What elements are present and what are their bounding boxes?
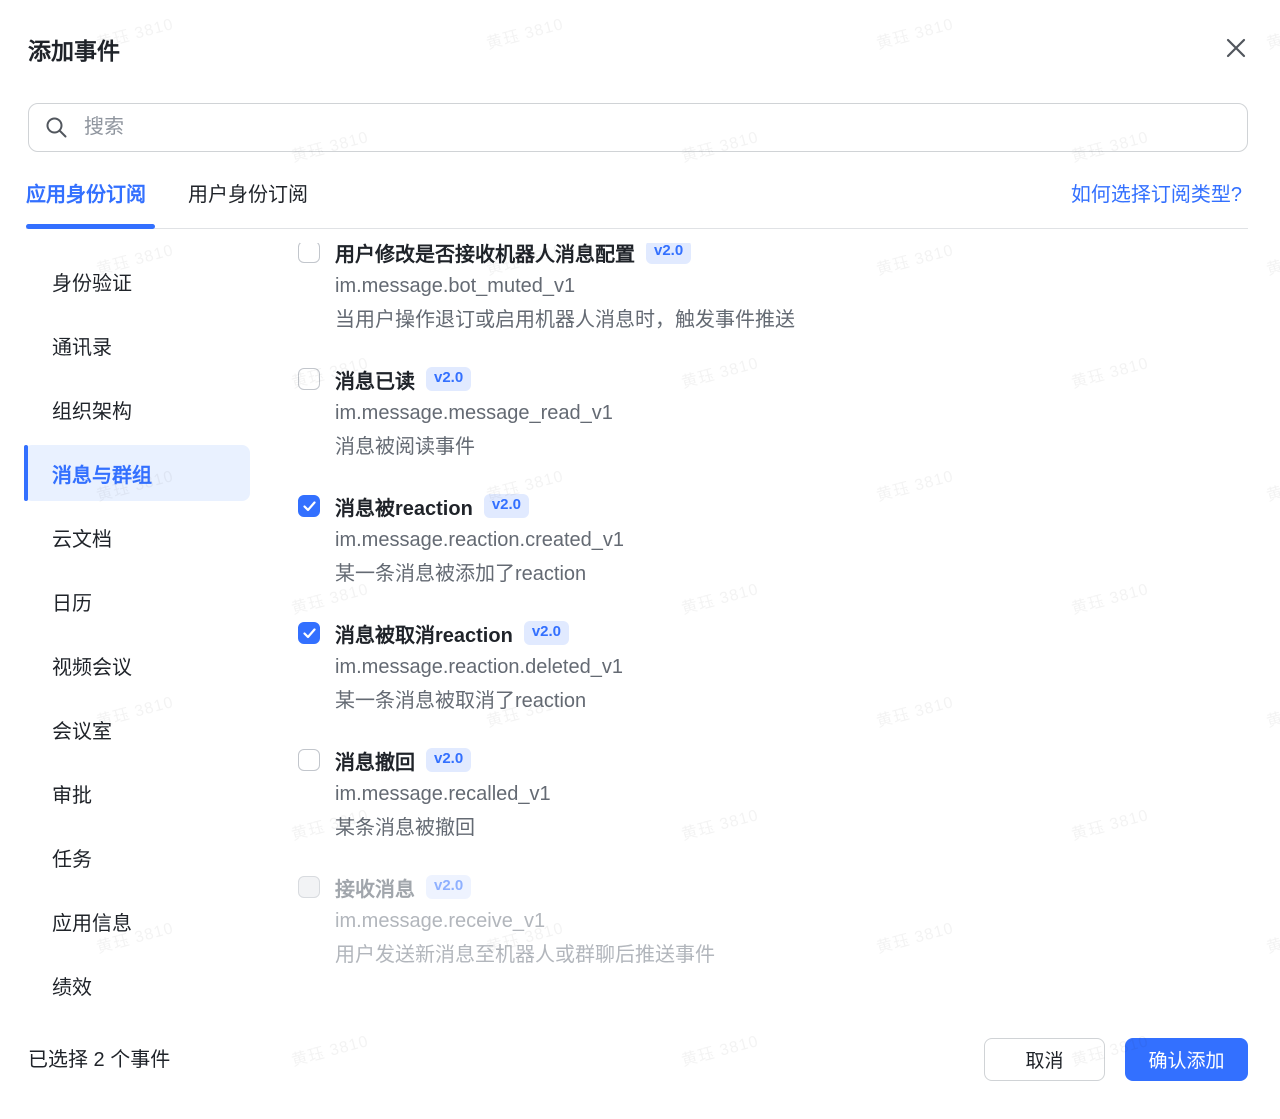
tab-1[interactable]: 用户身份订阅 bbox=[188, 178, 308, 212]
event-checkbox[interactable] bbox=[298, 749, 320, 771]
version-badge: v2.0 bbox=[426, 875, 472, 899]
version-badge: v2.0 bbox=[646, 240, 692, 264]
watermark: 黄珏 3810 bbox=[1264, 694, 1280, 731]
event-item: 用户修改是否接收机器人消息配置 v2.0 im.message.bot_mute… bbox=[298, 235, 1248, 337]
sidebar-item-4[interactable]: 云文档 bbox=[24, 509, 250, 565]
search-input[interactable] bbox=[82, 115, 1231, 140]
event-description: 某条消息被撤回 bbox=[335, 817, 475, 839]
sidebar-item-5[interactable]: 日历 bbox=[24, 573, 250, 629]
event-item: 消息被取消reaction v2.0 im.message.reaction.d… bbox=[298, 616, 1248, 718]
search-icon bbox=[46, 117, 67, 138]
tab-0[interactable]: 应用身份订阅 bbox=[26, 178, 146, 212]
event-api-name: im.message.reaction.deleted_v1 bbox=[335, 656, 623, 678]
dialog-body: 身份验证 通讯录 组织架构 消息与群组 云文档 日历 视频会议 会议室 审批 任… bbox=[24, 230, 1248, 996]
sidebar-item-9[interactable]: 任务 bbox=[24, 829, 250, 885]
watermark: 黄珏 3810 bbox=[679, 1032, 761, 1070]
list-top-clip bbox=[300, 229, 1280, 243]
event-title: 消息撤回 bbox=[335, 751, 415, 774]
version-badge: v2.0 bbox=[426, 748, 472, 772]
sidebar-item-7[interactable]: 会议室 bbox=[24, 701, 250, 757]
event-description: 消息被阅读事件 bbox=[335, 436, 475, 458]
close-icon bbox=[1226, 38, 1246, 58]
sidebar-item-0[interactable]: 身份验证 bbox=[24, 253, 250, 309]
event-title: 消息被reaction bbox=[335, 497, 473, 520]
event-description: 用户发送新消息至机器人或群聊后推送事件 bbox=[335, 944, 715, 966]
watermark: 黄珏 3810 bbox=[874, 15, 956, 53]
sidebar-item-11[interactable]: 绩效 bbox=[24, 957, 250, 997]
sidebar-item-10[interactable]: 应用信息 bbox=[24, 893, 250, 949]
watermark: 黄珏 3810 bbox=[1264, 16, 1280, 53]
event-description: 当用户操作退订或启用机器人消息时，触发事件推送 bbox=[335, 309, 795, 331]
event-checkbox[interactable] bbox=[298, 622, 320, 644]
event-api-name: im.message.recalled_v1 bbox=[335, 783, 551, 805]
event-title: 消息已读 bbox=[335, 370, 415, 393]
active-tab-underline bbox=[26, 224, 155, 229]
event-description: 某一条消息被添加了reaction bbox=[335, 563, 587, 585]
event-api-name: im.message.receive_v1 bbox=[335, 910, 546, 932]
event-api-name: im.message.bot_muted_v1 bbox=[335, 275, 576, 297]
sidebar-item-6[interactable]: 视频会议 bbox=[24, 637, 250, 693]
confirm-button[interactable]: 确认添加 bbox=[1125, 1038, 1248, 1081]
watermark: 黄珏 3810 bbox=[289, 1032, 371, 1070]
event-checkbox[interactable] bbox=[298, 241, 320, 263]
version-badge: v2.0 bbox=[523, 621, 570, 645]
event-checkbox[interactable] bbox=[298, 495, 320, 517]
event-list: 用户修改是否接收机器人消息配置 v2.0 im.message.bot_mute… bbox=[250, 230, 1248, 996]
watermark: 黄珏 3810 bbox=[1264, 468, 1280, 505]
watermark: 黄珏 3810 bbox=[484, 15, 566, 53]
watermark: 黄珏 3810 bbox=[1264, 920, 1280, 957]
sidebar-item-1[interactable]: 通讯录 bbox=[24, 317, 250, 373]
event-title: 接收消息 bbox=[335, 878, 415, 901]
event-api-name: im.message.message_read_v1 bbox=[335, 402, 613, 424]
event-title: 消息被取消reaction bbox=[335, 624, 513, 647]
help-link[interactable]: 如何选择订阅类型? bbox=[1071, 178, 1242, 212]
version-badge: v2.0 bbox=[426, 367, 472, 391]
event-checkbox[interactable] bbox=[298, 876, 320, 898]
dialog-title: 添加事件 bbox=[28, 38, 120, 64]
event-api-name: im.message.reaction.created_v1 bbox=[335, 529, 625, 551]
event-description: 某一条消息被取消了reaction bbox=[335, 690, 587, 712]
selection-summary: 已选择 2 个事件 bbox=[28, 1049, 171, 1071]
tab-bar: 应用身份订阅 用户身份订阅 bbox=[26, 178, 308, 212]
close-button[interactable] bbox=[1224, 34, 1252, 62]
event-item: 消息已读 v2.0 im.message.message_read_v1 消息被… bbox=[298, 362, 1248, 464]
check-icon bbox=[302, 627, 316, 638]
event-item: 消息被reaction v2.0 im.message.reaction.cre… bbox=[298, 489, 1248, 591]
version-badge: v2.0 bbox=[483, 494, 530, 518]
active-indicator bbox=[24, 445, 28, 501]
sidebar-item-2[interactable]: 组织架构 bbox=[24, 381, 250, 437]
event-checkbox[interactable] bbox=[298, 368, 320, 390]
event-item: 接收消息 v2.0 im.message.receive_v1 用户发送新消息至… bbox=[298, 870, 1248, 972]
cancel-button[interactable]: 取消 bbox=[984, 1038, 1105, 1081]
event-item: 消息撤回 v2.0 im.message.recalled_v1 某条消息被撤回 bbox=[298, 743, 1248, 845]
sidebar-item-8[interactable]: 审批 bbox=[24, 765, 250, 821]
sidebar-item-3[interactable]: 消息与群组 bbox=[24, 445, 250, 501]
check-icon bbox=[302, 500, 316, 511]
category-sidebar: 身份验证 通讯录 组织架构 消息与群组 云文档 日历 视频会议 会议室 审批 任… bbox=[24, 230, 250, 996]
search-box[interactable] bbox=[28, 103, 1248, 152]
